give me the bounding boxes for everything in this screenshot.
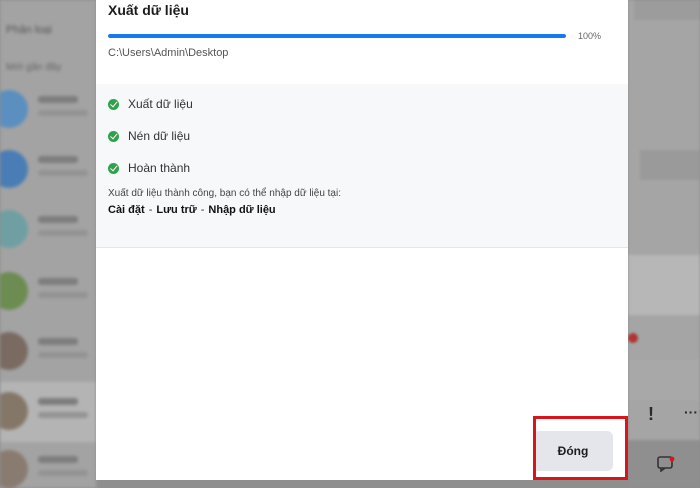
- step-label: Hoàn thành: [128, 161, 191, 175]
- nav-path-settings: Cài đặt: [108, 204, 145, 216]
- step-label: Xuất dữ liệu: [128, 97, 193, 111]
- check-circle-icon: [108, 162, 119, 174]
- check-circle-icon: [108, 98, 119, 110]
- export-dialog: Xuất dữ liệu 100% C:\Users\Admin\Desktop…: [96, 0, 628, 480]
- export-path: C:\Users\Admin\Desktop: [108, 47, 229, 59]
- progress-percent: 100%: [578, 31, 602, 41]
- dialog-title: Xuất dữ liệu: [108, 2, 189, 18]
- nav-path-separator: -: [200, 204, 205, 216]
- avatar: [0, 150, 28, 188]
- background-list-item: [0, 382, 96, 442]
- heart-icon: [628, 333, 638, 343]
- avatar: [0, 272, 28, 310]
- check-circle-icon: [108, 130, 119, 142]
- background-list-item: [0, 200, 96, 260]
- background-list-item: [0, 262, 96, 322]
- success-message: Xuất dữ liệu thành công, bạn có thể nhập…: [108, 188, 341, 199]
- export-progress-bar: [108, 34, 566, 38]
- background-list-subheader: Mới gần đây: [6, 62, 62, 73]
- message-icon: [657, 456, 675, 472]
- highlight-annotation: [533, 416, 628, 480]
- more-icon: ···: [684, 404, 698, 420]
- avatar: [0, 332, 28, 370]
- step-export: Xuất dữ liệu: [108, 97, 193, 111]
- alert-icon: !: [648, 404, 654, 424]
- settings-nav-path: Cài đặt - Lưu trữ - Nhập dữ liệu: [108, 204, 276, 216]
- avatar: [0, 90, 28, 128]
- avatar: [0, 392, 28, 430]
- background-list-item: [0, 440, 96, 488]
- avatar: [0, 450, 28, 488]
- nav-path-separator: -: [148, 204, 153, 216]
- background-list-header: Phân loại: [6, 24, 52, 36]
- nav-path-storage: Lưu trữ: [156, 204, 197, 216]
- step-compress: Nén dữ liệu: [108, 129, 190, 143]
- background-list-item: [0, 322, 96, 382]
- background-list-item: [0, 80, 96, 140]
- progress-fill: [108, 34, 566, 38]
- nav-path-import: Nhập dữ liệu: [208, 204, 276, 216]
- step-label: Nén dữ liệu: [128, 129, 191, 143]
- step-complete: Hoàn thành: [108, 161, 190, 175]
- background-conversation-list: Phân loại Mới gần đây: [0, 0, 96, 488]
- background-list-item: [0, 140, 96, 200]
- avatar: [0, 210, 28, 248]
- steps-panel: Xuất dữ liệu Nén dữ liệu Hoàn thành Xuất…: [96, 84, 628, 248]
